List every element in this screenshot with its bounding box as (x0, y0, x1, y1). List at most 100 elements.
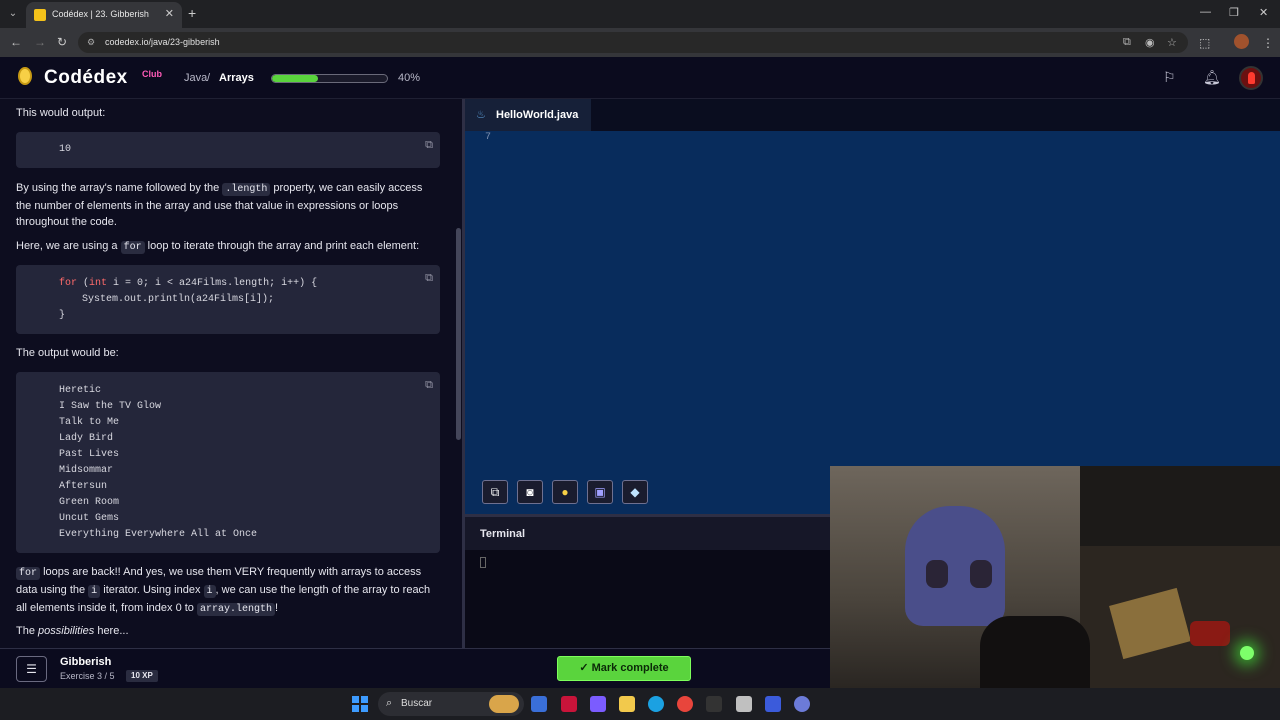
edge-browser-icon[interactable] (648, 696, 664, 712)
logo-text[interactable]: Codédex (44, 67, 128, 89)
code-text: i = 0; i < a24Films.length; i++) { (107, 278, 318, 289)
eye-off-icon[interactable]: ◉ (1145, 36, 1155, 49)
browser-tab-bar: ⌄ Codédex | 23. Gibberish ✕ + — ❐ ✕ (0, 0, 1280, 28)
r-app-icon[interactable] (794, 696, 810, 712)
xp-badge: 10 XP (126, 670, 158, 682)
java-icon: ♨ (476, 109, 486, 121)
file-name: HelloWorld.java (496, 109, 579, 121)
epic-games-icon[interactable] (706, 696, 722, 712)
windows-start-icon[interactable] (352, 696, 368, 712)
webcam-shadow (980, 616, 1090, 688)
pixel-character-button[interactable]: ▣ (587, 480, 613, 504)
terminal-cursor[interactable] (480, 557, 486, 568)
film-line: Uncut Gems (59, 513, 120, 524)
chrome-browser-icon[interactable] (677, 696, 693, 712)
webcam-chair-detail (926, 560, 948, 588)
lesson-scrollbar-thumb[interactable] (456, 228, 461, 440)
user-avatar[interactable] (1239, 66, 1263, 90)
reload-icon[interactable]: ↻ (57, 35, 67, 49)
film-line: Aftersun (59, 481, 108, 492)
browser-menu-icon[interactable]: ⋮ (1262, 36, 1274, 50)
search-icon: ⌕ (386, 697, 393, 709)
copy-icon[interactable]: ⧉ (425, 379, 433, 392)
breadcrumb-separator: / (207, 72, 211, 84)
webcam-overlay (830, 466, 1280, 688)
capcut-app-icon[interactable] (736, 696, 752, 712)
copy-icon[interactable]: ⧉ (425, 272, 433, 285)
codedex-logo-icon[interactable] (18, 67, 32, 85)
shield-app-icon[interactable] (765, 696, 781, 712)
minimize-icon[interactable]: — (1200, 6, 1211, 18)
film-line: Green Room (59, 497, 120, 508)
code-block-output: 10 ⧉ (16, 132, 440, 168)
address-bar[interactable]: ⚙ codedex.io/java/23-gibberish ⧉ ◉ ☆ (78, 32, 1188, 53)
code-block-films: Heretic I Saw the TV Glow Talk to Me Lady B… (16, 372, 440, 553)
tips-button[interactable]: ◆ (622, 480, 648, 504)
lesson-pane: This would output: 10 ⧉ By using the arr… (0, 99, 462, 648)
close-window-icon[interactable]: ✕ (1259, 6, 1268, 19)
text: The (16, 625, 39, 637)
webcam-red-object (1190, 621, 1230, 646)
restore-icon[interactable]: ❐ (1229, 6, 1239, 19)
editor-tab-bar: ♨ HelloWorld.java (465, 99, 1280, 131)
back-icon[interactable]: ← (10, 35, 22, 49)
bookmark-star-icon[interactable]: ☆ (1167, 36, 1177, 49)
breadcrumb-chapter[interactable]: Arrays (219, 72, 254, 84)
mark-complete-button[interactable]: ✓ Mark complete (557, 656, 691, 681)
webcam-chair-detail (970, 560, 992, 588)
search-highlight-icon (489, 695, 519, 713)
keyword: for (59, 278, 78, 289)
course-progress-bar (271, 74, 388, 83)
tab-close-icon[interactable]: ✕ (165, 7, 174, 20)
lesson-paragraph: The output would be: (16, 347, 119, 359)
inline-code: for (120, 241, 145, 254)
text: Here, we are using a (16, 240, 121, 252)
copy-code-button[interactable]: ⧉ (482, 480, 508, 504)
lesson-paragraph-loop: Here, we are using a for loop to iterate… (16, 238, 436, 256)
code-line-3: } (59, 310, 66, 321)
translate-icon[interactable]: ⧉ (1123, 36, 1131, 49)
url-text[interactable]: codedex.io/java/23-gibberish (105, 37, 220, 47)
new-tab-button[interactable]: + (188, 5, 196, 21)
file-tab[interactable]: ♨ HelloWorld.java (465, 99, 591, 131)
site-info-icon[interactable]: ⚙ (87, 37, 95, 48)
inline-code: array.length (196, 603, 275, 616)
inline-code: for (16, 567, 41, 580)
code-editor[interactable]: ♨ HelloWorld.java 7 (465, 99, 1280, 514)
browser-profile-avatar[interactable] (1234, 34, 1249, 49)
terminal-title: Terminal (480, 528, 526, 540)
lesson-paragraph: This would output: (16, 107, 106, 119)
extensions-icon[interactable]: ⬚ (1199, 36, 1210, 50)
tab-search-button[interactable]: ⌄ (4, 5, 22, 23)
club-badge: Club (142, 69, 162, 79)
breadcrumb-course[interactable]: Java (184, 72, 207, 84)
exercise-menu-button[interactable]: ☰ (16, 656, 47, 682)
inline-code: i (88, 585, 101, 598)
mark-complete-label: Mark complete (591, 662, 669, 674)
codedex-favicon-icon (34, 9, 46, 21)
text: here... (94, 625, 129, 637)
screenshot-button[interactable]: ◙ (517, 480, 543, 504)
exercise-count: Exercise 3 / 5 (60, 671, 115, 681)
app-header: Codédex Club Java / Arrays 40% ⚐ 🔔︎ (0, 57, 1280, 99)
copilot-app-icon[interactable] (590, 696, 606, 712)
lesson-paragraph-back: for loops are back!! And yes, we use the… (16, 564, 436, 618)
browser-toolbar: ← → ↻ ⚙ codedex.io/java/23-gibberish ⧉ ◉… (0, 28, 1280, 57)
inline-code: i (203, 585, 216, 598)
tab-title: Codédex | 23. Gibberish (52, 9, 149, 19)
taskbar-search[interactable]: ⌕ Buscar (378, 692, 524, 716)
forward-icon[interactable]: → (34, 35, 46, 49)
store-app-icon[interactable] (531, 696, 547, 712)
bell-icon[interactable]: 🔔︎ (1203, 69, 1221, 86)
text: iterator. Using index (100, 584, 204, 596)
file-explorer-icon[interactable] (619, 696, 635, 712)
webcam-green-light (1240, 646, 1254, 660)
flag-icon[interactable]: ⚐ (1163, 69, 1176, 86)
x-app-icon[interactable] (561, 696, 577, 712)
lesson-paragraph-possibilities: The possibilities here... (16, 623, 436, 639)
rubber-duck-button[interactable]: ● (552, 480, 578, 504)
exercise-name: Gibberish (60, 656, 112, 668)
inline-code: .length (222, 183, 271, 196)
browser-tab-active[interactable]: Codédex | 23. Gibberish ✕ (26, 2, 182, 28)
copy-icon[interactable]: ⧉ (425, 139, 433, 152)
